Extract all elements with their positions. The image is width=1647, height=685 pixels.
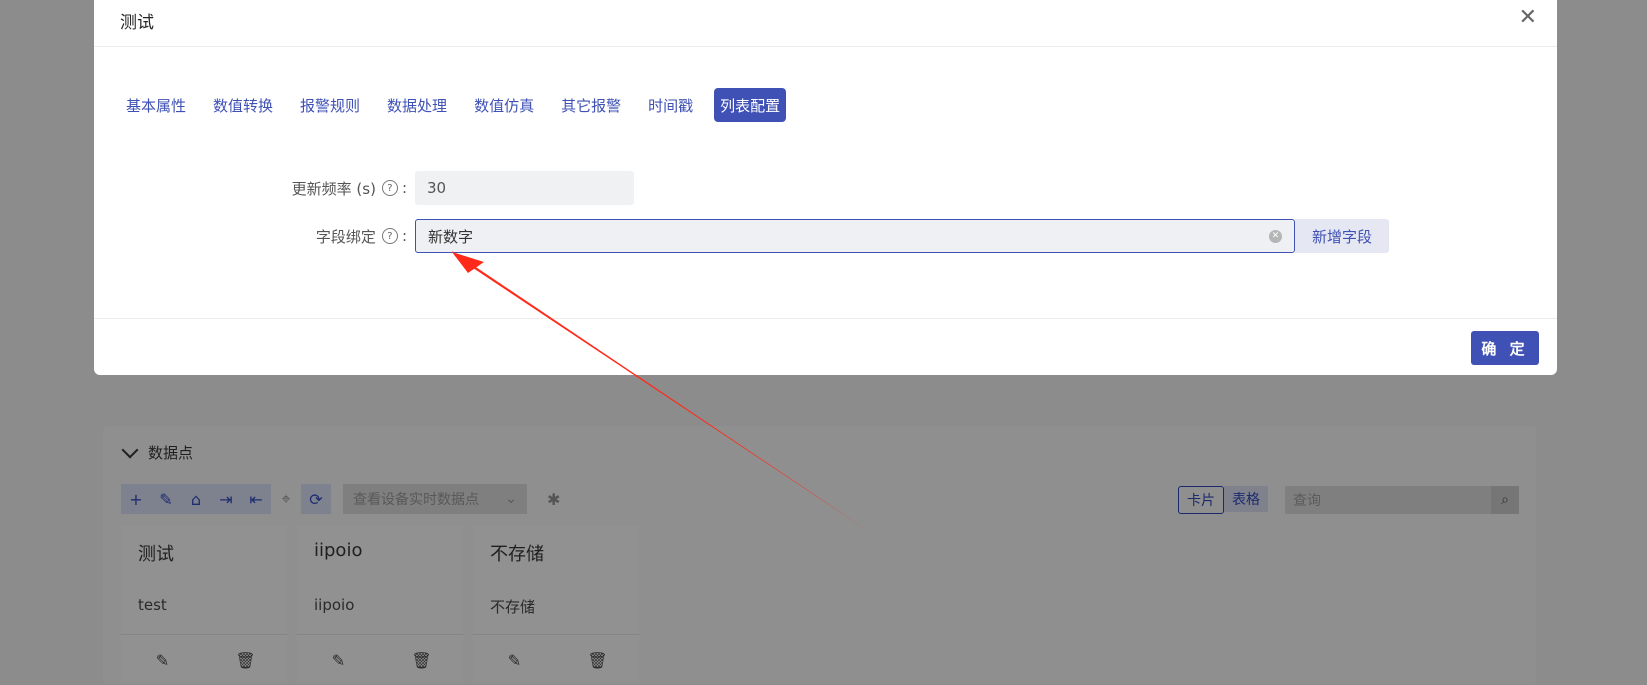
trash-icon[interactable]: 🗑	[556, 635, 639, 685]
batch-icon[interactable]: ⌂	[181, 484, 211, 514]
table-view-button[interactable]: 表格	[1224, 486, 1268, 512]
card-subtitle: 不存储	[490, 598, 536, 616]
search-icon[interactable]: ⌕	[1491, 486, 1519, 514]
close-icon[interactable]: ✕	[1519, 7, 1537, 29]
search-input[interactable]: 查询 ⌕	[1285, 486, 1519, 514]
datapoint-section-header[interactable]: 数据点	[120, 441, 194, 463]
field-binding-input[interactable]: 新数字 ✕	[415, 219, 1295, 253]
card-footer: ✎ 🗑	[121, 634, 287, 685]
refresh-icon[interactable]: ⟳	[301, 484, 331, 514]
config-tabs: 基本属性 数值转换 报警规则 数据处理 数值仿真 其它报警 时间戳 列表配置	[120, 88, 801, 122]
tab-basic-properties[interactable]: 基本属性	[120, 88, 192, 122]
dialog-header: 测试 ✕	[94, 0, 1557, 47]
tab-data-processing[interactable]: 数据处理	[381, 88, 453, 122]
add-field-button[interactable]: 新增字段	[1295, 219, 1389, 253]
help-icon[interactable]: ?	[381, 228, 398, 244]
card-subtitle: test	[138, 596, 167, 614]
dialog-title: 测试	[120, 13, 154, 33]
datapoint-toolbar: + ✎ ⌂ ⇥ ⇤ ⌖ ⟳ 查看设备实时数据点 ⌄ ✱	[121, 484, 560, 514]
clear-icon[interactable]: ✕	[1269, 229, 1282, 243]
select-value: 查看设备实时数据点	[353, 492, 479, 508]
datapoint-card[interactable]: 测试 test ✎ 🗑	[121, 526, 287, 684]
card-title: 不存储	[490, 544, 544, 565]
edit-icon[interactable]: ✎	[121, 635, 204, 685]
card-title: 测试	[138, 544, 174, 565]
field-binding-row: 字段绑定 ? : 新数字 ✕ 新增字段	[94, 219, 1389, 253]
update-frequency-label-text: 更新频率 (s)	[291, 179, 376, 198]
view-toggle: 卡片 表格	[1178, 486, 1268, 514]
export-icon[interactable]: ⇤	[241, 484, 271, 514]
label-colon: :	[401, 227, 407, 245]
update-frequency-row: 更新频率 (s) ? : 30	[94, 171, 634, 205]
card-title: iipoio	[314, 540, 363, 561]
card-subtitle: iipoio	[314, 596, 355, 614]
chevron-down-icon: ⌄	[505, 491, 517, 507]
edit-icon[interactable]: ✎	[473, 635, 556, 685]
label-colon: :	[401, 179, 407, 197]
dialog-footer: 确 定	[94, 318, 1557, 375]
field-binding-value: 新数字	[428, 227, 474, 246]
trash-icon[interactable]: 🗑	[380, 635, 463, 685]
tab-list-config[interactable]: 列表配置	[714, 88, 787, 122]
add-icon[interactable]: +	[121, 484, 151, 514]
update-frequency-input[interactable]: 30	[415, 171, 634, 205]
field-binding-label-text: 字段绑定	[315, 227, 376, 246]
datapoint-config-dialog: 测试 ✕ 基本属性 数值转换 报警规则 数据处理 数值仿真 其它报警 时间戳 列…	[94, 0, 1557, 375]
section-title: 数据点	[148, 444, 194, 462]
tab-other-alarms[interactable]: 其它报警	[555, 88, 627, 122]
import-icon[interactable]: ⇥	[211, 484, 241, 514]
tab-alarm-rules[interactable]: 报警规则	[294, 88, 366, 122]
tab-value-simulation[interactable]: 数值仿真	[468, 88, 540, 122]
datapoint-card[interactable]: 不存储 不存储 ✎ 🗑	[473, 526, 639, 684]
card-footer: ✎ 🗑	[473, 634, 639, 685]
update-frequency-label: 更新频率 (s) ? :	[94, 178, 415, 199]
realtime-datapoint-select[interactable]: 查看设备实时数据点 ⌄	[343, 484, 527, 514]
edit-icon[interactable]: ✎	[297, 635, 380, 685]
chevron-down-icon	[121, 441, 139, 459]
confirm-button[interactable]: 确 定	[1471, 331, 1539, 365]
field-binding-label: 字段绑定 ? :	[94, 226, 415, 247]
trash-icon[interactable]: 🗑	[204, 635, 287, 685]
tab-timestamp[interactable]: 时间戳	[642, 88, 699, 122]
edit-icon[interactable]: ✎	[151, 484, 181, 514]
bug-icon[interactable]: ✱	[547, 490, 560, 509]
datapoint-card[interactable]: iipoio iipoio ✎ 🗑	[297, 526, 463, 684]
tab-value-conversion[interactable]: 数值转换	[207, 88, 279, 122]
help-icon[interactable]: ?	[381, 180, 398, 196]
locate-icon[interactable]: ⌖	[271, 484, 301, 514]
card-footer: ✎ 🗑	[297, 634, 463, 685]
card-view-button[interactable]: 卡片	[1178, 486, 1224, 514]
search-placeholder: 查询	[1293, 493, 1321, 509]
